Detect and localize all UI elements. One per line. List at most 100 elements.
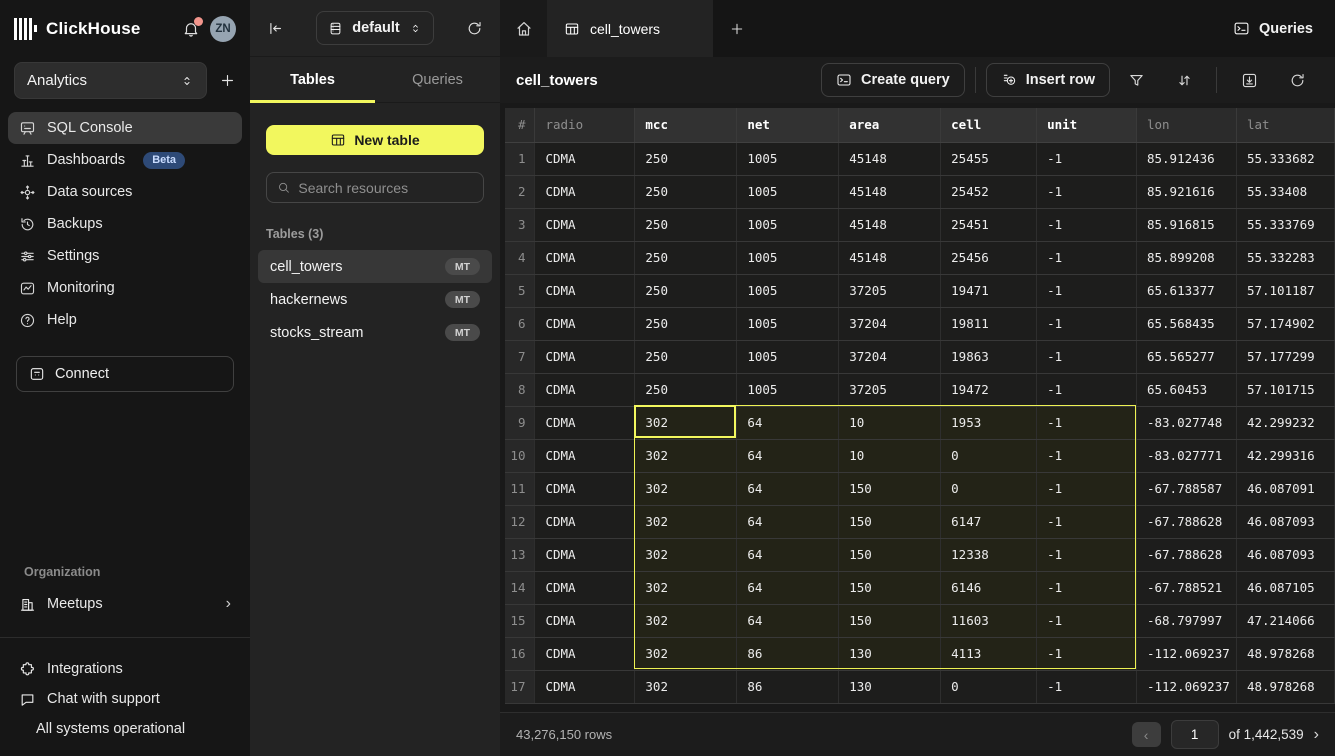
grid-cell[interactable]: 10: [839, 439, 941, 472]
filter-button[interactable]: [1114, 63, 1158, 97]
sidebar-item-chat-with-support[interactable]: Chat with support: [8, 684, 242, 714]
grid-cell[interactable]: 64: [737, 604, 839, 637]
grid-cell[interactable]: 1005: [737, 307, 839, 340]
grid-cell[interactable]: CDMA: [535, 637, 635, 670]
grid-cell[interactable]: 25451: [941, 208, 1037, 241]
grid-cell[interactable]: -67.788628: [1136, 505, 1236, 538]
grid-cell[interactable]: 302: [635, 505, 737, 538]
grid-cell[interactable]: 250: [635, 241, 737, 274]
user-avatar[interactable]: ZN: [210, 16, 236, 42]
grid-cell[interactable]: CDMA: [535, 340, 635, 373]
grid-cell[interactable]: 302: [635, 670, 737, 703]
grid-cell[interactable]: 1005: [737, 241, 839, 274]
grid-cell[interactable]: CDMA: [535, 505, 635, 538]
grid-cell[interactable]: 302: [635, 439, 737, 472]
column-header-area[interactable]: area: [839, 108, 941, 142]
grid-cell[interactable]: 130: [839, 637, 941, 670]
grid-cell[interactable]: 4113: [941, 637, 1037, 670]
sidebar-item-backups[interactable]: Backups: [8, 208, 242, 240]
grid-cell[interactable]: 65.568435: [1136, 307, 1236, 340]
grid-cell[interactable]: 130: [839, 670, 941, 703]
grid-cell[interactable]: 64: [737, 472, 839, 505]
grid-cell[interactable]: CDMA: [535, 241, 635, 274]
column-header-unit[interactable]: unit: [1037, 108, 1137, 142]
grid-cell[interactable]: -1: [1037, 505, 1137, 538]
grid-cell[interactable]: 57.174902: [1236, 307, 1334, 340]
grid-cell[interactable]: -1: [1037, 274, 1137, 307]
download-button[interactable]: [1227, 63, 1271, 97]
grid-cell[interactable]: 19863: [941, 340, 1037, 373]
table-list-item-stocks_stream[interactable]: stocks_streamMT: [258, 316, 492, 349]
grid-cell[interactable]: CDMA: [535, 670, 635, 703]
column-header-lat[interactable]: lat: [1236, 108, 1334, 142]
grid-cell[interactable]: 1005: [737, 274, 839, 307]
column-header-rownum[interactable]: #: [505, 108, 535, 142]
grid-cell[interactable]: CDMA: [535, 439, 635, 472]
grid-cell[interactable]: 46.087093: [1236, 505, 1334, 538]
grid-cell[interactable]: 46.087093: [1236, 538, 1334, 571]
add-tab-button[interactable]: [713, 0, 761, 57]
grid-cell[interactable]: 55.33408: [1236, 175, 1334, 208]
workspace-selector[interactable]: Analytics: [14, 62, 207, 99]
grid-cell[interactable]: 250: [635, 373, 737, 406]
grid-cell[interactable]: 1005: [737, 340, 839, 373]
grid-cell[interactable]: 10: [839, 406, 941, 439]
grid-cell[interactable]: CDMA: [535, 307, 635, 340]
grid-cell[interactable]: 250: [635, 142, 737, 175]
grid-cell[interactable]: 48.978268: [1236, 670, 1334, 703]
grid-cell[interactable]: 55.333682: [1236, 142, 1334, 175]
grid-cell[interactable]: 150: [839, 538, 941, 571]
sidebar-item-sql-console[interactable]: SQL Console: [8, 112, 242, 144]
grid-cell[interactable]: CDMA: [535, 406, 635, 439]
grid-cell[interactable]: -1: [1037, 439, 1137, 472]
grid-cell[interactable]: -1: [1037, 571, 1137, 604]
grid-cell[interactable]: 37204: [839, 307, 941, 340]
grid-cell[interactable]: 86: [737, 637, 839, 670]
grid-cell[interactable]: 64: [737, 406, 839, 439]
sidebar-item-integrations[interactable]: Integrations: [8, 654, 242, 684]
grid-cell[interactable]: -67.788587: [1136, 472, 1236, 505]
create-query-button[interactable]: Create query: [821, 63, 965, 97]
grid-cell[interactable]: 85.916815: [1136, 208, 1236, 241]
collapse-panel-button[interactable]: [267, 20, 284, 37]
grid-cell[interactable]: 1005: [737, 373, 839, 406]
grid-cell[interactable]: 25456: [941, 241, 1037, 274]
grid-cell[interactable]: 6146: [941, 571, 1037, 604]
grid-cell[interactable]: 46.087105: [1236, 571, 1334, 604]
grid-cell[interactable]: 65.565277: [1136, 340, 1236, 373]
grid-cell[interactable]: 45148: [839, 175, 941, 208]
grid-cell[interactable]: -1: [1037, 307, 1137, 340]
grid-cell[interactable]: 250: [635, 208, 737, 241]
grid-cell[interactable]: CDMA: [535, 571, 635, 604]
sidebar-item-help[interactable]: Help: [8, 304, 242, 336]
grid-cell[interactable]: 45148: [839, 142, 941, 175]
grid-cell[interactable]: 150: [839, 571, 941, 604]
new-table-button[interactable]: New table: [266, 125, 484, 155]
sidebar-item-data-sources[interactable]: Data sources: [8, 176, 242, 208]
sidebar-item-meetups[interactable]: Meetups›: [8, 588, 242, 620]
column-header-mcc[interactable]: mcc: [635, 108, 737, 142]
grid-cell[interactable]: CDMA: [535, 538, 635, 571]
grid-cell[interactable]: 45148: [839, 208, 941, 241]
grid-cell[interactable]: -67.788521: [1136, 571, 1236, 604]
grid-cell[interactable]: 45148: [839, 241, 941, 274]
grid-cell[interactable]: 302: [635, 571, 737, 604]
grid-cell[interactable]: -1: [1037, 208, 1137, 241]
grid-cell[interactable]: -112.069237: [1136, 637, 1236, 670]
grid-cell[interactable]: -83.027748: [1136, 406, 1236, 439]
page-number-input[interactable]: [1171, 720, 1219, 749]
grid-cell[interactable]: 250: [635, 340, 737, 373]
prev-page-button[interactable]: ‹: [1132, 722, 1161, 747]
grid-cell[interactable]: 48.978268: [1236, 637, 1334, 670]
grid-cell[interactable]: 65.60453: [1136, 373, 1236, 406]
table-list-item-hackernews[interactable]: hackernewsMT: [258, 283, 492, 316]
grid-cell[interactable]: 150: [839, 505, 941, 538]
grid-cell[interactable]: 55.332283: [1236, 241, 1334, 274]
grid-cell[interactable]: 250: [635, 274, 737, 307]
grid-cell[interactable]: -1: [1037, 142, 1137, 175]
search-resources-input[interactable]: [298, 180, 473, 196]
explorer-tab-tables[interactable]: Tables: [250, 57, 375, 102]
grid-cell[interactable]: -1: [1037, 175, 1137, 208]
grid-cell[interactable]: 86: [737, 670, 839, 703]
grid-cell[interactable]: 150: [839, 472, 941, 505]
